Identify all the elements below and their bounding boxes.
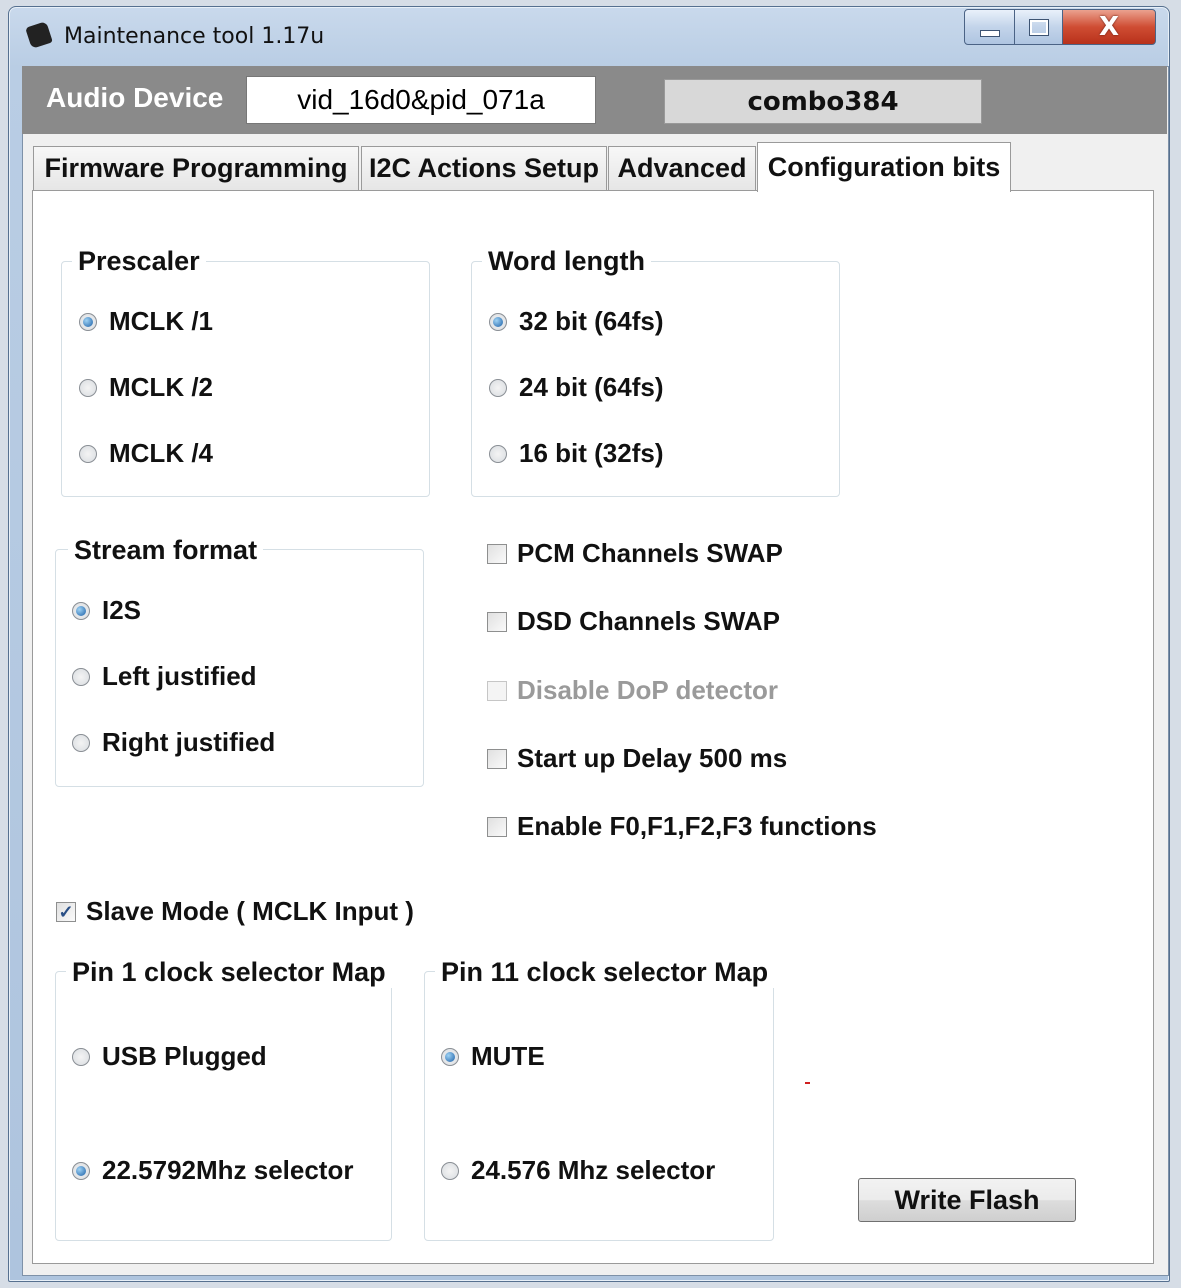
enable-f-functions-checkbox[interactable]: Enable F0,F1,F2,F3 functions: [487, 811, 877, 842]
minimize-icon: [980, 29, 1000, 37]
tab-firmware-programming[interactable]: Firmware Programming: [33, 146, 359, 190]
write-flash-button[interactable]: Write Flash: [858, 1178, 1076, 1222]
close-icon: X: [1098, 12, 1120, 42]
pin11-option-mute[interactable]: MUTE: [441, 1041, 545, 1072]
close-button[interactable]: X: [1062, 9, 1156, 45]
radio-icon: [72, 733, 90, 752]
radio-icon: [489, 444, 507, 463]
radio-selected-icon: [441, 1047, 459, 1066]
prescaler-option-mclk-2[interactable]: MCLK /2: [79, 372, 213, 403]
vid-pid-field[interactable]: vid_16d0&pid_071a: [246, 76, 596, 124]
pin1-option-22-5792mhz[interactable]: 22.5792Mhz selector: [72, 1155, 353, 1186]
checkbox-icon: [487, 748, 507, 769]
device-name-display: combo384: [664, 79, 982, 124]
red-tick-mark: [805, 1082, 810, 1084]
minimize-button[interactable]: [964, 9, 1016, 45]
checkbox-icon: [487, 680, 507, 701]
radio-selected-icon: [79, 312, 97, 331]
radio-icon: [72, 667, 90, 686]
stream-format-title: Stream format: [68, 535, 264, 566]
tab-i2c-actions-setup[interactable]: I2C Actions Setup: [361, 146, 607, 190]
window-title: Maintenance tool 1.17u: [64, 24, 325, 49]
pin11-clock-selector-group: [424, 971, 774, 1241]
radio-icon: [79, 378, 97, 397]
radio-icon: [441, 1161, 459, 1180]
stream-format-option-i2s[interactable]: I2S: [72, 595, 141, 626]
maximize-button[interactable]: [1014, 9, 1064, 45]
audio-device-label: Audio Device: [46, 82, 224, 113]
pin1-clock-selector-group: [55, 971, 392, 1241]
prescaler-title: Prescaler: [72, 246, 206, 277]
prescaler-option-mclk-1[interactable]: MCLK /1: [79, 306, 213, 337]
pin1-option-usb-plugged[interactable]: USB Plugged: [72, 1041, 267, 1072]
tab-configuration-bits[interactable]: Configuration bits: [757, 142, 1011, 192]
radio-selected-icon: [72, 601, 90, 620]
prescaler-option-mclk-4[interactable]: MCLK /4: [79, 438, 213, 469]
radio-selected-icon: [489, 312, 507, 331]
pin11-clock-selector-title: Pin 11 clock selector Map: [435, 957, 775, 988]
word-length-option-16bit[interactable]: 16 bit (32fs): [489, 438, 664, 469]
radio-selected-icon: [72, 1161, 90, 1180]
word-length-option-32bit[interactable]: 32 bit (64fs): [489, 306, 664, 337]
startup-delay-checkbox[interactable]: Start up Delay 500 ms: [487, 743, 787, 774]
checkmark-icon: ✓: [56, 901, 76, 922]
stream-format-option-right-justified[interactable]: Right justified: [72, 727, 275, 758]
pin11-option-24-576mhz[interactable]: 24.576 Mhz selector: [441, 1155, 715, 1186]
maximize-icon: [1029, 18, 1049, 36]
radio-icon: [489, 378, 507, 397]
dsd-channels-swap-checkbox[interactable]: DSD Channels SWAP: [487, 606, 780, 637]
radio-icon: [79, 444, 97, 463]
word-length-option-24bit[interactable]: 24 bit (64fs): [489, 372, 664, 403]
checkbox-icon: [487, 816, 507, 837]
checkbox-icon: [487, 611, 507, 632]
checkbox-icon: [487, 543, 507, 564]
word-length-title: Word length: [482, 246, 651, 277]
disable-dop-detector-checkbox: Disable DoP detector: [487, 675, 778, 706]
stream-format-option-left-justified[interactable]: Left justified: [72, 661, 257, 692]
pin1-clock-selector-title: Pin 1 clock selector Map: [66, 957, 392, 988]
pcm-channels-swap-checkbox[interactable]: PCM Channels SWAP: [487, 538, 783, 569]
slave-mode-checkbox[interactable]: ✓ Slave Mode ( MCLK Input ): [56, 896, 414, 927]
radio-icon: [72, 1047, 90, 1066]
tab-advanced[interactable]: Advanced: [608, 146, 756, 190]
